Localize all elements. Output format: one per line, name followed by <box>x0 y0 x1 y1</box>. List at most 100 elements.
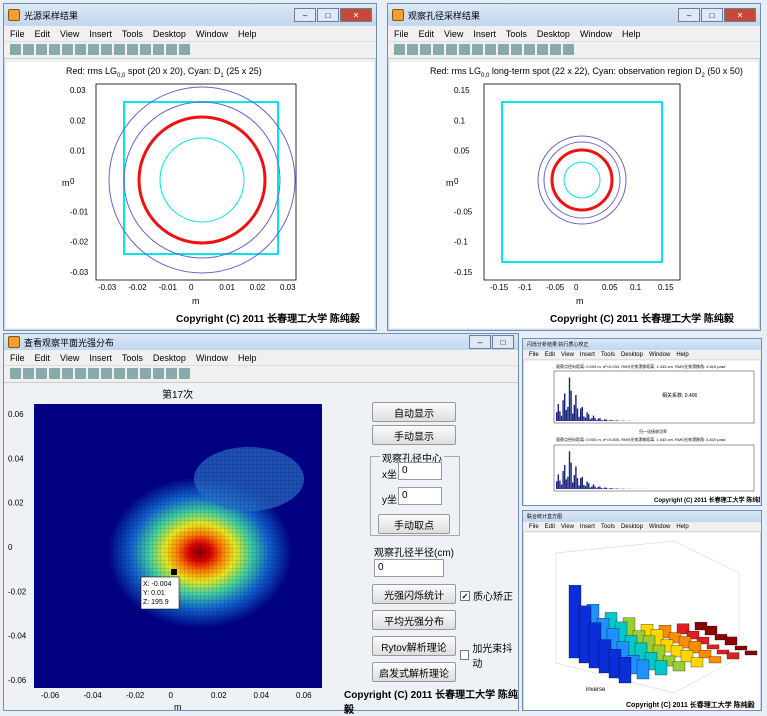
menu-window[interactable]: Window <box>196 353 228 363</box>
figure-canvas: Red: rms LG0,0 spot (20 x 20), Cyan: D1 … <box>6 62 374 328</box>
y-coord-input[interactable]: 0 <box>398 487 442 505</box>
bar3d <box>691 658 703 667</box>
menu-window[interactable]: Window <box>580 29 612 39</box>
circle-plot: -0.15-0.1-0.0500.050.10.150.150.10.050-0… <box>390 62 758 328</box>
hist-bar <box>578 417 579 421</box>
menu-tools[interactable]: Tools <box>122 29 143 39</box>
maximize-button[interactable]: □ <box>317 8 339 22</box>
menu-help[interactable]: Help <box>238 29 257 39</box>
menu-insert[interactable]: Insert <box>580 352 595 358</box>
maximize-button[interactable]: □ <box>701 8 723 22</box>
menu-view[interactable]: View <box>60 29 79 39</box>
menu-insert[interactable]: Insert <box>89 353 112 363</box>
pick-point-button[interactable]: 手动取点 <box>378 514 450 534</box>
y-tick-label: 0 <box>454 177 459 186</box>
hist-bar <box>562 471 563 489</box>
menu-edit[interactable]: Edit <box>419 29 435 39</box>
rytov-theory-button[interactable]: Rytov解析理论 <box>372 636 456 656</box>
menu-file[interactable]: File <box>10 29 25 39</box>
title-bar[interactable]: 光源采样结果 –□✕ <box>4 4 376 26</box>
menu-desktop[interactable]: Desktop <box>621 352 643 358</box>
menu-insert[interactable]: Insert <box>580 524 595 530</box>
menu-help[interactable]: Help <box>676 524 688 530</box>
maximize-button[interactable]: □ <box>492 335 514 349</box>
toolbar <box>4 366 518 383</box>
menu-insert[interactable]: Insert <box>89 29 112 39</box>
menu-window[interactable]: Window <box>649 352 670 358</box>
menu-window[interactable]: Window <box>196 29 228 39</box>
minimize-button[interactable]: – <box>469 335 491 349</box>
title-bar[interactable]: 查看观察平面光强分布 –□ <box>4 334 518 350</box>
y-tick-label: 0.02 <box>8 499 24 508</box>
minimize-button[interactable]: – <box>294 8 316 22</box>
hist-bar <box>574 405 575 421</box>
heuristic-theory-button[interactable]: 启发式解析理论 <box>372 662 456 682</box>
menu-window[interactable]: Window <box>649 524 670 530</box>
figure-canvas: Red: rms LG0,0 long-term spot (22 x 22),… <box>390 62 758 328</box>
menu-desktop[interactable]: Desktop <box>153 29 186 39</box>
menu-help[interactable]: Help <box>622 29 641 39</box>
circle-plot: -0.03-0.02-0.0100.010.020.030.030.020.01… <box>6 62 374 328</box>
bar3d <box>709 657 721 663</box>
menu-edit[interactable]: Edit <box>545 352 555 358</box>
title-bar[interactable]: 观察孔径采样结果 –□✕ <box>388 4 760 26</box>
hist-bar <box>606 420 607 421</box>
plot-title: 第17次 <box>162 388 193 401</box>
hist-bar <box>612 488 613 489</box>
datatip-marker[interactable] <box>171 569 177 575</box>
copyright: Copyright (C) 2011 长春理工大学 陈纯毅 <box>344 686 518 716</box>
close-button[interactable]: ✕ <box>724 8 756 22</box>
menu-bar: File Edit View Insert Tools Desktop Window Help <box>4 350 518 366</box>
hist-bar <box>604 488 605 489</box>
menu-help[interactable]: Help <box>676 352 688 358</box>
hist-bar <box>588 483 589 489</box>
hist-bar <box>577 408 578 421</box>
menu-help[interactable]: Help <box>238 353 257 363</box>
menu-view[interactable]: View <box>561 524 574 530</box>
window-scintillation: 闪烁分析结果:执行质心校正 File Edit View Insert Tools Des… <box>522 338 762 506</box>
close-button[interactable]: ✕ <box>340 8 372 22</box>
centroid-checkbox[interactable]: ✓质心矫正 <box>460 588 513 603</box>
hist-bar <box>569 378 570 421</box>
matlab-icon <box>8 336 20 348</box>
menu-tools[interactable]: Tools <box>506 29 527 39</box>
menu-view[interactable]: View <box>561 352 574 358</box>
menu-desktop[interactable]: Desktop <box>621 524 643 530</box>
menu-insert[interactable]: Insert <box>473 29 496 39</box>
menu-view[interactable]: View <box>60 353 79 363</box>
heatmap-plot: 第17次 X: -0.004 Y: 0.01 Z: 195.9 -0.06-0.… <box>4 384 344 710</box>
menu-tools[interactable]: Tools <box>601 352 615 358</box>
x-tick-label: -0.02 <box>126 691 145 700</box>
title-bar[interactable]: 闪烁分析结果:执行质心校正 <box>523 339 761 350</box>
window-joint-histogram: 联合统计直方图 File Edit View Insert Tools Desktop Wi… <box>522 510 762 711</box>
menu-desktop[interactable]: Desktop <box>153 353 186 363</box>
menu-desktop[interactable]: Desktop <box>537 29 570 39</box>
window-title: 观察孔径采样结果 <box>408 9 674 22</box>
menu-edit[interactable]: Edit <box>35 29 51 39</box>
menu-edit[interactable]: Edit <box>545 524 555 530</box>
minimize-button[interactable]: – <box>678 8 700 22</box>
x-coord-input[interactable]: 0 <box>398 462 442 480</box>
menu-file[interactable]: File <box>394 29 409 39</box>
radius-input[interactable]: 0 <box>374 559 444 577</box>
manual-display-button[interactable]: 手动显示 <box>372 425 456 445</box>
hist-bar <box>601 420 602 421</box>
bar3d <box>725 637 737 645</box>
menu-tools[interactable]: Tools <box>122 353 143 363</box>
beam-wander-checkbox[interactable]: 加光束抖动 <box>460 640 518 670</box>
auto-display-button[interactable]: 自动显示 <box>372 402 456 422</box>
bar3d <box>673 662 685 671</box>
scintillation-stats-button[interactable]: 光强闪烁统计 <box>372 584 456 604</box>
hist-bar <box>617 420 618 421</box>
y-tick-label: -0.1 <box>454 238 468 247</box>
radius-label: 观察孔径半径(cm) <box>374 544 454 559</box>
menu-view[interactable]: View <box>444 29 463 39</box>
title-bar[interactable]: 联合统计直方图 <box>523 511 761 522</box>
average-intensity-button[interactable]: 平均光强分布 <box>372 610 456 630</box>
y-tick-label: -0.15 <box>454 268 473 277</box>
menu-file[interactable]: File <box>529 524 539 530</box>
menu-tools[interactable]: Tools <box>601 524 615 530</box>
menu-edit[interactable]: Edit <box>35 353 51 363</box>
menu-file[interactable]: File <box>10 353 25 363</box>
menu-file[interactable]: File <box>529 352 539 358</box>
